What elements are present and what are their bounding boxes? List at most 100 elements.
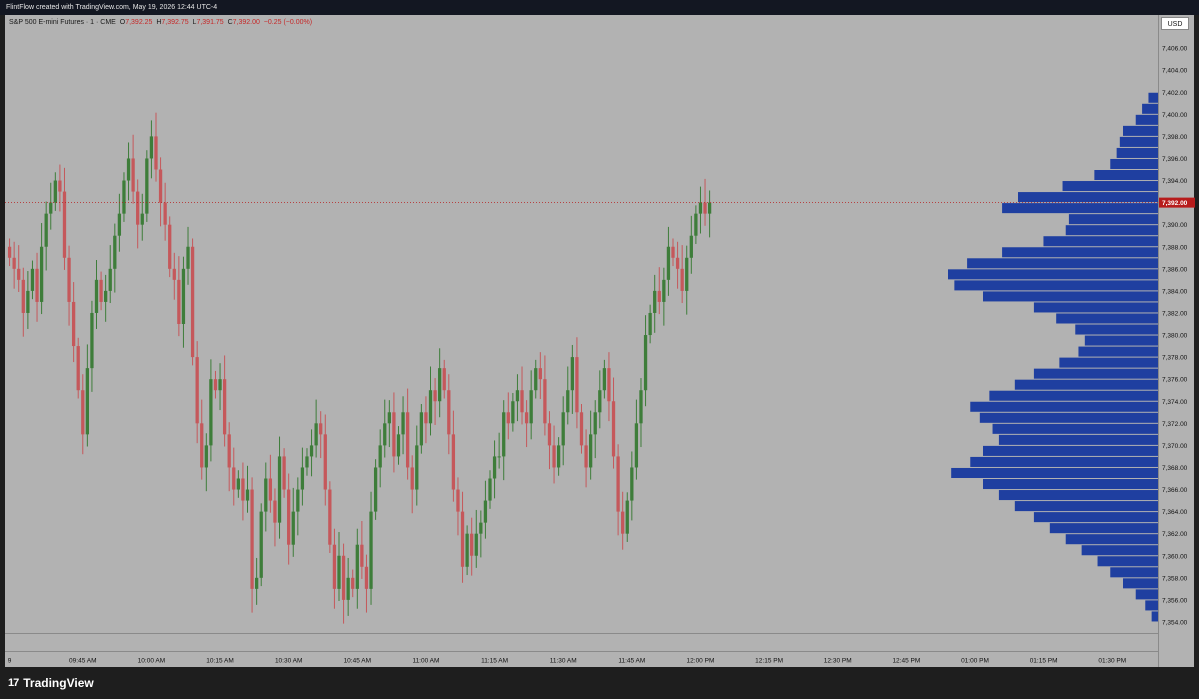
volume-profile-bar (1049, 523, 1158, 534)
candle-up (314, 423, 318, 446)
tradingview-brand[interactable]: 17 TradingView (8, 676, 94, 690)
attribution-text: FlintFlow created with TradingView.com, … (6, 4, 218, 11)
candle-up (264, 478, 268, 512)
volume-profile-bar (992, 423, 1158, 434)
candle-up (85, 368, 90, 435)
volume-profile-bar (1062, 181, 1158, 192)
volume-profile-bar (1033, 512, 1158, 523)
candle-up (122, 180, 126, 214)
candle-down (543, 379, 547, 424)
price-tick-label: 7,362.00 (1162, 531, 1188, 538)
time-tick-label: 11:30 AM (550, 658, 577, 665)
volume-profile-bar (1123, 125, 1158, 136)
candle-up (149, 136, 154, 159)
candle-up (438, 368, 442, 402)
candle-up (113, 235, 117, 269)
candle-up (625, 500, 629, 534)
candle-up (492, 456, 497, 479)
candle-up (515, 390, 520, 402)
candle-down (99, 279, 103, 302)
candle-down (268, 478, 273, 501)
candle-up (49, 202, 53, 214)
candle-up (415, 445, 419, 490)
price-tick-label: 7,400.00 (1162, 112, 1188, 119)
time-tick-label: 10:45 AM (344, 658, 371, 665)
candle-up (104, 290, 108, 302)
time-tick-label: 09:45 AM (69, 658, 96, 665)
volume-profile-bar (1078, 346, 1158, 357)
currency-button[interactable]: USD (1161, 17, 1189, 30)
low-value: 7,391.75 (196, 19, 224, 26)
candle-up (653, 290, 657, 313)
candle-down (163, 202, 167, 225)
time-tick-label: 11:45 AM (618, 658, 645, 665)
candle-down (538, 368, 542, 380)
candle-down (657, 290, 661, 302)
candle-down (131, 158, 135, 192)
time-tick-label: 11:00 AM (412, 658, 439, 665)
price-tick-label: 7,390.00 (1162, 222, 1188, 229)
time-tick-label: 11:15 AM (481, 658, 508, 665)
volume-profile-bar (1014, 501, 1158, 512)
candle-down (616, 456, 620, 512)
volume-profile-bar (1002, 247, 1158, 258)
candle-down (360, 544, 364, 567)
candle-up (634, 423, 639, 468)
candle-down (675, 257, 680, 269)
price-tick-label: 7,364.00 (1162, 509, 1188, 516)
chart-plot[interactable] (5, 15, 1158, 633)
volume-profile-bar (1033, 368, 1158, 379)
candle-up (666, 246, 671, 280)
candle-up (698, 202, 703, 214)
candle-up (419, 412, 424, 446)
candle-up (593, 412, 597, 435)
candle-up (209, 379, 213, 446)
candle-down (392, 412, 396, 457)
price-axis[interactable]: 7,354.00 7,356.00 7,358.00 7,360.00 7,362.00… (1158, 15, 1195, 667)
close-value: 7,392.00 (232, 19, 260, 26)
volume-pane (5, 633, 1158, 651)
time-tick-label: 12:00 PM (687, 658, 715, 665)
price-axis-labels: 7,354.00 7,356.00 7,358.00 7,360.00 7,362.00… (1159, 24, 1195, 626)
time-tick-label: 01:00 PM (961, 658, 989, 665)
candle-up (694, 213, 698, 236)
candle-down (222, 379, 227, 435)
candle-down (328, 489, 332, 545)
candle-down (81, 390, 85, 435)
volume-profile-bar (1002, 203, 1158, 214)
candle-down (136, 191, 140, 225)
candle-up (26, 290, 30, 313)
candle-up (126, 158, 131, 181)
candle-down (158, 169, 163, 203)
brand-name: TradingView (23, 676, 94, 690)
candle-down (17, 268, 21, 280)
candle-down (227, 434, 231, 468)
time-tick-label: 01:30 PM (1098, 658, 1126, 665)
price-tick-label: 7,374.00 (1162, 399, 1188, 406)
time-axis[interactable]: 9 09:45 AM 10:00 AM 10:15 AM 10:30 AM 10:45 A… (5, 651, 1158, 667)
candle-up (277, 456, 282, 523)
candle-up (300, 467, 305, 490)
volume-profile-bar (1014, 379, 1158, 390)
candle-down (405, 412, 410, 468)
volume-profile-bar (1056, 313, 1158, 324)
candle-up (378, 445, 382, 468)
price-tick-label: 7,404.00 (1162, 68, 1188, 75)
candle-down (21, 279, 25, 313)
candle-up (44, 213, 48, 247)
price-tick-label: 7,386.00 (1162, 266, 1188, 273)
volume-profile-bar (1135, 114, 1158, 125)
candle-up (396, 434, 401, 457)
candle-up (556, 445, 561, 468)
candle-up (630, 467, 634, 501)
branding-bar: 17 TradingView (0, 667, 1199, 699)
candle-up (497, 456, 501, 458)
candle-down (524, 412, 529, 424)
candlestick-chart[interactable] (5, 15, 1158, 633)
volume-profile-bar (1065, 225, 1158, 236)
volume-profile-bar (954, 280, 1158, 291)
price-tick-label: 7,402.00 (1162, 90, 1188, 97)
candle-down (351, 577, 355, 589)
candle-up (465, 533, 469, 567)
candle-down (232, 467, 236, 490)
